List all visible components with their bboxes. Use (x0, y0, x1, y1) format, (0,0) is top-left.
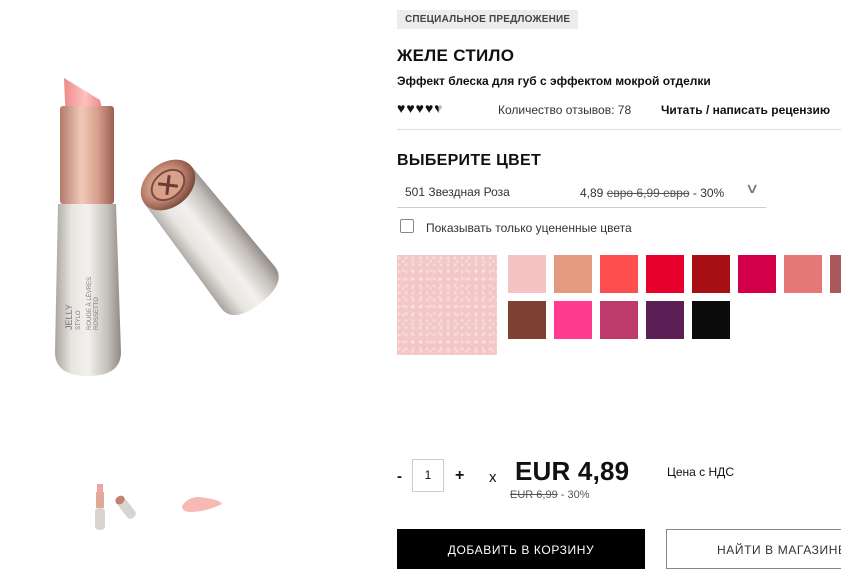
heart-full-icon: ♥ (397, 100, 406, 116)
product-gallery: JELLY STYLO ROUGE À LÈVRES ROSSETTO (0, 0, 380, 563)
choose-color-heading: ВЫБЕРИТЕ ЦВЕТ (397, 152, 542, 169)
shade-dropdown[interactable]: 501 Звездная Роза 4,89 евро 6,99 евро - … (397, 178, 766, 208)
chevron-down-icon: ∨ (744, 180, 760, 196)
discount-percent: - 30% (560, 489, 590, 501)
shade-price-value: 4,89 (580, 186, 604, 200)
add-to-cart-button[interactable]: ДОБАВИТЬ В КОРЗИНУ (397, 529, 645, 569)
read-write-review-link[interactable]: Читать / написать рецензию (661, 103, 830, 117)
selected-shade-preview (397, 255, 497, 355)
shade-swatch[interactable] (646, 255, 684, 293)
shade-swatch[interactable] (692, 255, 730, 293)
review-count: Количество отзывов: 78 (498, 103, 632, 117)
shade-swatch[interactable] (830, 255, 841, 293)
svg-text:ROSSETTO: ROSSETTO (94, 297, 100, 330)
quantity-field[interactable]: 1 (412, 459, 444, 492)
swatch-smear-thumbnail[interactable] (176, 488, 226, 518)
lipstick-thumbnail[interactable] (82, 478, 136, 534)
lipstick-product-photo: JELLY STYLO ROUGE À LÈVRES ROSSETTO (55, 78, 279, 376)
selected-shade-price: 4,89 евро 6,99 евро - 30% (580, 186, 724, 200)
shade-discount: - 30% (692, 186, 725, 200)
special-offer-badge: СПЕЦИАЛЬНОЕ ПРЕДЛОЖЕНИЕ (397, 10, 579, 29)
shade-old-price: евро 6,99 евро (606, 186, 690, 200)
lipstick-thumbnail-icon (95, 484, 136, 530)
quantity-increase-button[interactable]: + (455, 467, 464, 485)
discount-only-checkbox[interactable] (400, 219, 414, 233)
old-price-row: EUR 6,99 - 30% (510, 489, 590, 501)
svg-text:STYLO: STYLO (76, 310, 82, 330)
svg-text:JELLY: JELLY (64, 304, 74, 330)
selected-shade-name: 501 Звездная Роза (405, 185, 510, 199)
heart-full-icon: ♥ (406, 100, 415, 116)
rating-hearts: ♥ ♥ ♥ ♥ ♥ (397, 101, 443, 115)
swatch-smear-icon (182, 497, 222, 512)
old-price: EUR 6,99 (510, 489, 558, 501)
vat-label: Цена с НДС (667, 465, 734, 479)
quantity-decrease-button[interactable]: - (397, 468, 402, 485)
current-price: EUR 4,89 (515, 456, 630, 486)
heart-full-icon: ♥ (424, 100, 434, 116)
shade-swatch[interactable] (738, 255, 776, 293)
multiply-sign: x (489, 469, 497, 486)
shade-swatch[interactable] (784, 255, 822, 293)
find-in-store-button[interactable]: НАЙТИ В МАГАЗИНЕ (666, 529, 841, 569)
shade-swatch[interactable] (600, 301, 638, 339)
divider (397, 129, 841, 130)
discount-only-label: Показывать только уцененные цвета (426, 221, 632, 235)
shade-swatch[interactable] (508, 301, 546, 339)
shade-swatch[interactable] (508, 255, 546, 293)
shade-swatch[interactable] (554, 255, 592, 293)
shade-swatch[interactable] (692, 301, 730, 339)
heart-full-icon: ♥ (415, 100, 424, 116)
shade-swatch[interactable] (646, 301, 684, 339)
svg-text:ROUGE À LÈVRES: ROUGE À LÈVRES (86, 277, 93, 330)
shade-swatch[interactable] (554, 301, 592, 339)
shade-swatch[interactable] (600, 255, 638, 293)
product-title: ЖЕЛЕ СТИЛО (397, 46, 515, 65)
product-subtitle: Эффект блеска для губ с эффектом мокрой … (397, 74, 711, 88)
heart-half-icon: ♥ (434, 100, 443, 116)
